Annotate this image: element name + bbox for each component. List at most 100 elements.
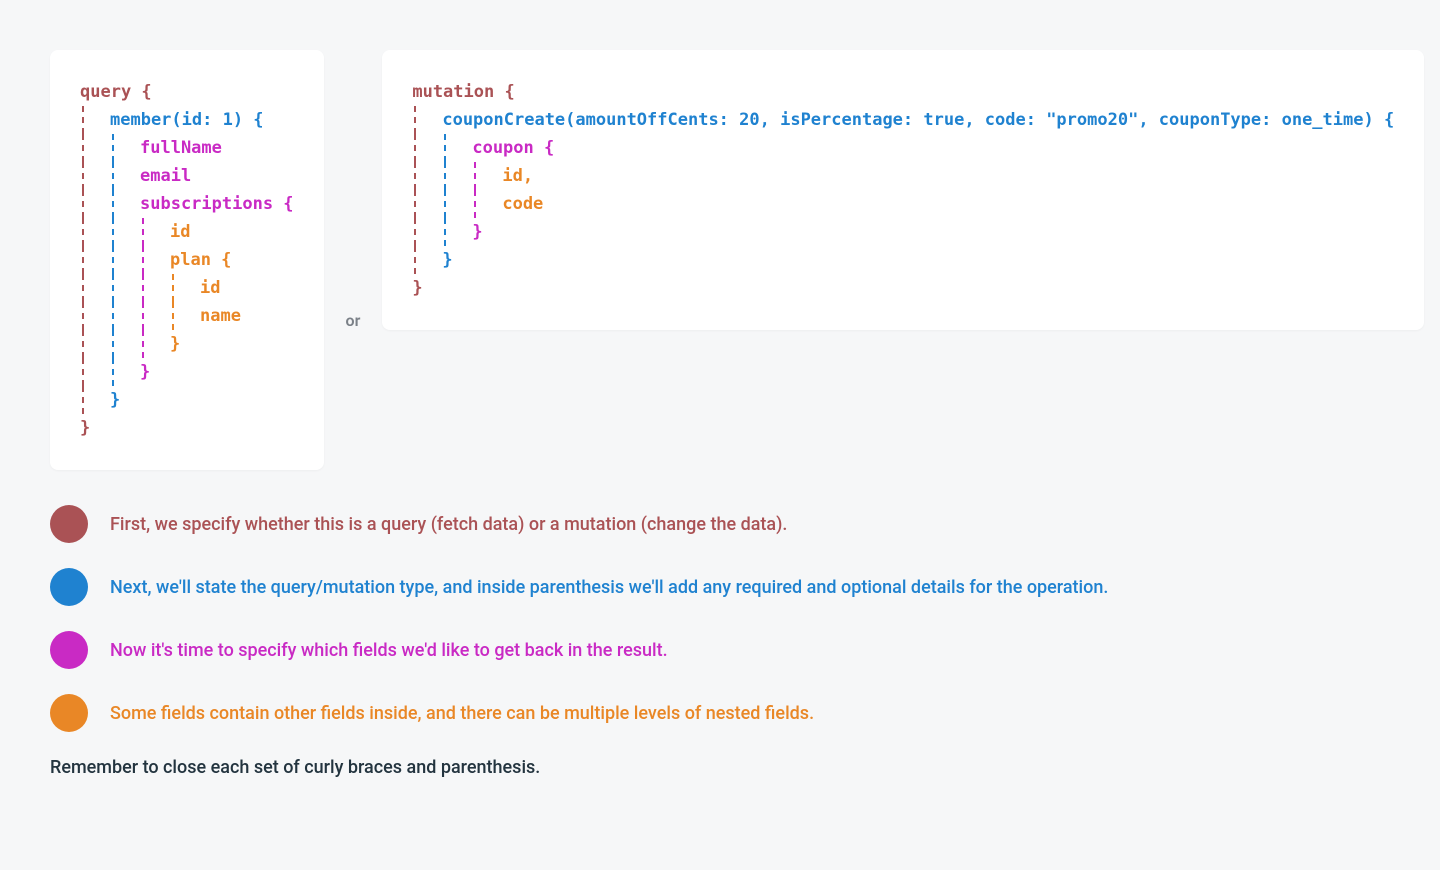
indent-guide (80, 330, 110, 358)
code-token: member(id: 1) { (110, 106, 264, 134)
indent-guide (412, 246, 442, 274)
indent-guide (412, 190, 442, 218)
legend-text: Now it's time to specify which fields we… (110, 640, 668, 661)
indent-guide (412, 106, 442, 134)
code-line: } (80, 386, 294, 414)
indent-guide (110, 190, 140, 218)
indent-guide (110, 134, 140, 162)
code-line: member(id: 1) { (80, 106, 294, 134)
legend-dot-icon (50, 694, 88, 732)
code-line: } (412, 246, 1394, 274)
code-line: couponCreate(amountOffCents: 20, isPerce… (412, 106, 1394, 134)
indent-guide (110, 358, 140, 386)
indent-guide (412, 162, 442, 190)
indent-guide (80, 302, 110, 330)
indent-guide (80, 246, 110, 274)
code-token: fullName (140, 134, 222, 162)
code-token: coupon { (472, 134, 554, 162)
legend-item: Some fields contain other fields inside,… (50, 694, 1390, 732)
indent-guide (412, 134, 442, 162)
closing-note: Remember to close each set of curly brac… (50, 757, 1390, 778)
code-line: fullName (80, 134, 294, 162)
code-token: plan { (170, 246, 231, 274)
code-token: name (200, 302, 241, 330)
legend-dot-icon (50, 631, 88, 669)
code-token: couponCreate(amountOffCents: 20, isPerce… (442, 106, 1394, 134)
code-token: } (170, 330, 180, 358)
indent-guide (80, 106, 110, 134)
legend-item: Now it's time to specify which fields we… (50, 631, 1390, 669)
mutation-card: mutation {couponCreate(amountOffCents: 2… (382, 50, 1424, 330)
indent-guide (110, 330, 140, 358)
legend-dot-icon (50, 568, 88, 606)
indent-guide (140, 302, 170, 330)
indent-guide (80, 358, 110, 386)
code-line: code (412, 190, 1394, 218)
code-token: email (140, 162, 191, 190)
code-token: } (80, 414, 90, 442)
mutation-code: mutation {couponCreate(amountOffCents: 2… (412, 78, 1394, 302)
code-line: coupon { (412, 134, 1394, 162)
code-token: id (200, 274, 220, 302)
indent-guide (110, 274, 140, 302)
code-line: query { (80, 78, 294, 106)
legend-text: Next, we'll state the query/mutation typ… (110, 577, 1108, 598)
code-line: } (80, 330, 294, 358)
indent-guide (472, 190, 502, 218)
code-token: query { (80, 78, 152, 106)
indent-guide (80, 386, 110, 414)
indent-guide (110, 246, 140, 274)
indent-guide (80, 162, 110, 190)
indent-guide (140, 330, 170, 358)
code-token: } (412, 274, 422, 302)
indent-guide (80, 190, 110, 218)
code-line: plan { (80, 246, 294, 274)
code-line: } (412, 218, 1394, 246)
code-line: name (80, 302, 294, 330)
separator-or: or (346, 311, 361, 330)
indent-guide (140, 274, 170, 302)
code-line: } (80, 358, 294, 386)
indent-guide (442, 162, 472, 190)
code-token: } (472, 218, 482, 246)
indent-guide (80, 274, 110, 302)
code-line: subscriptions { (80, 190, 294, 218)
code-line: } (80, 414, 294, 442)
indent-guide (140, 246, 170, 274)
indent-guide (110, 162, 140, 190)
query-code: query {member(id: 1) {fullNameemailsubsc… (80, 78, 294, 442)
query-card: query {member(id: 1) {fullNameemailsubsc… (50, 50, 324, 470)
code-token: subscriptions { (140, 190, 294, 218)
code-line: id (80, 274, 294, 302)
code-line: mutation { (412, 78, 1394, 106)
legend-item: First, we specify whether this is a quer… (50, 505, 1390, 543)
code-token: } (110, 386, 120, 414)
code-line: } (412, 274, 1394, 302)
indent-guide (170, 274, 200, 302)
code-line: email (80, 162, 294, 190)
code-token: code (502, 190, 543, 218)
code-token: id, (502, 162, 533, 190)
code-examples-row: query {member(id: 1) {fullNameemailsubsc… (50, 50, 1390, 470)
code-token: mutation { (412, 78, 514, 106)
indent-guide (80, 134, 110, 162)
indent-guide (412, 218, 442, 246)
legend-dot-icon (50, 505, 88, 543)
indent-guide (110, 218, 140, 246)
code-token: } (442, 246, 452, 274)
legend-item: Next, we'll state the query/mutation typ… (50, 568, 1390, 606)
legend: First, we specify whether this is a quer… (50, 505, 1390, 732)
indent-guide (80, 218, 110, 246)
indent-guide (170, 302, 200, 330)
indent-guide (140, 218, 170, 246)
indent-guide (442, 190, 472, 218)
code-token: id (170, 218, 190, 246)
indent-guide (110, 302, 140, 330)
code-line: id (80, 218, 294, 246)
code-line: id, (412, 162, 1394, 190)
legend-text: First, we specify whether this is a quer… (110, 514, 787, 535)
indent-guide (442, 134, 472, 162)
indent-guide (442, 218, 472, 246)
code-token: } (140, 358, 150, 386)
legend-text: Some fields contain other fields inside,… (110, 703, 814, 724)
